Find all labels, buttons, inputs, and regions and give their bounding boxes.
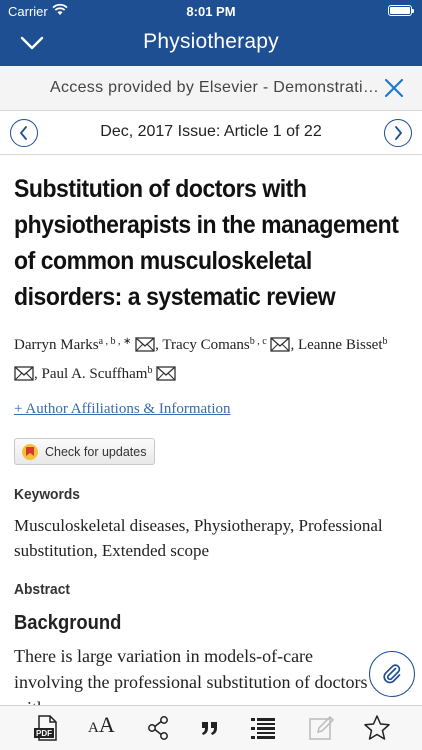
email-icon[interactable] bbox=[14, 366, 34, 381]
outline-button[interactable] bbox=[248, 713, 278, 743]
pdf-button[interactable]: PDF bbox=[31, 713, 61, 743]
svg-text:PDF: PDF bbox=[36, 729, 52, 738]
text-size-button[interactable]: AA bbox=[88, 712, 118, 742]
chevron-right-icon bbox=[395, 126, 402, 140]
journal-title: Physiotherapy bbox=[143, 30, 279, 53]
author-name[interactable]: Darryn Marks bbox=[14, 337, 99, 353]
author-affiliation-marks: b bbox=[147, 365, 153, 376]
battery-icon bbox=[388, 5, 414, 16]
text-size-small-glyph: A bbox=[88, 720, 99, 736]
status-bar: Carrier 8:01 PM bbox=[0, 0, 422, 22]
crossmark-icon bbox=[22, 443, 38, 460]
author-affiliation-marks: b bbox=[382, 336, 388, 347]
bottom-toolbar: PDF AA bbox=[0, 705, 422, 750]
abstract-heading: Abstract bbox=[14, 580, 70, 598]
share-button[interactable] bbox=[144, 713, 174, 743]
background-text: There is large variation in models-of-ca… bbox=[14, 645, 368, 706]
close-icon bbox=[384, 78, 404, 98]
author-affiliations-link[interactable]: + Author Affiliations & Information bbox=[14, 401, 408, 418]
cite-button[interactable] bbox=[195, 713, 225, 743]
access-banner-text: Access provided by Elsevier - Demonstrat… bbox=[50, 79, 380, 96]
author-name[interactable]: Paul A. Scuffham bbox=[42, 366, 148, 382]
next-article-button[interactable] bbox=[384, 119, 412, 147]
outline-icon bbox=[251, 718, 275, 739]
access-banner: Access provided by Elsevier - Demonstrat… bbox=[0, 66, 422, 111]
issue-label: Dec, 2017 Issue: Article 1 of 22 bbox=[100, 123, 322, 140]
text-size-large-glyph: A bbox=[98, 712, 115, 737]
note-button[interactable] bbox=[306, 713, 336, 743]
status-time: 8:01 PM bbox=[186, 4, 236, 19]
background-heading: Background bbox=[14, 611, 122, 634]
star-icon bbox=[364, 715, 390, 740]
check-for-updates-label: Check for updates bbox=[45, 444, 147, 459]
app-header: Carrier 8:01 PM Physiotherapy bbox=[0, 0, 422, 66]
author-affiliation-marks: a , b , ∗ bbox=[98, 336, 132, 347]
pdf-icon: PDF bbox=[34, 715, 57, 741]
author-list: Darryn Marksa , b , ∗ , Tracy Comansb , … bbox=[14, 336, 388, 382]
email-icon[interactable] bbox=[270, 337, 291, 352]
email-icon[interactable] bbox=[156, 366, 176, 381]
text-size-icon: AA bbox=[88, 712, 115, 737]
check-for-updates-button[interactable]: Check for updates bbox=[14, 438, 156, 465]
share-icon bbox=[148, 716, 168, 740]
author-separator: , bbox=[290, 337, 298, 353]
author-affiliation-marks: b , c bbox=[249, 336, 267, 347]
article-title: Substitution of doctors with physiothera… bbox=[14, 175, 399, 311]
favorite-button[interactable] bbox=[362, 713, 392, 743]
author-name[interactable]: Tracy Comans bbox=[162, 337, 249, 353]
author-name[interactable]: Leanne Bisset bbox=[298, 337, 383, 353]
close-banner-button[interactable] bbox=[382, 76, 406, 100]
paperclip-icon bbox=[383, 664, 401, 684]
note-icon bbox=[309, 715, 335, 740]
attachments-button[interactable] bbox=[369, 651, 415, 697]
quote-icon bbox=[202, 722, 217, 735]
email-icon[interactable] bbox=[135, 337, 155, 352]
keywords-heading: Keywords bbox=[14, 485, 80, 503]
issue-navigation: Dec, 2017 Issue: Article 1 of 22 bbox=[0, 111, 422, 155]
keywords-text: Musculoskeletal diseases, Physiotherapy,… bbox=[14, 515, 383, 560]
article-content[interactable]: Substitution of doctors with physiothera… bbox=[0, 155, 422, 705]
